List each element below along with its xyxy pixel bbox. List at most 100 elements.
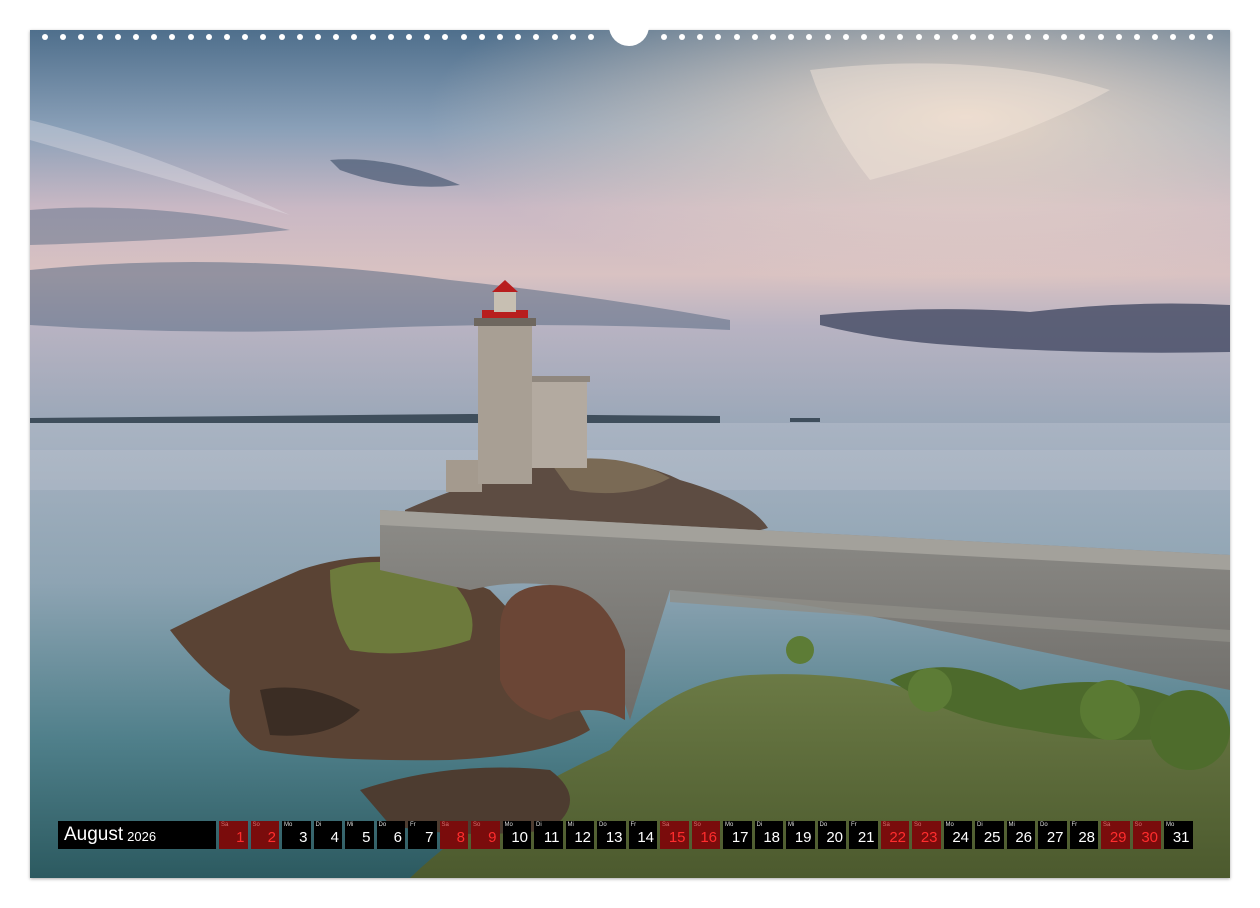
day-cell: Mo 24 — [943, 821, 972, 849]
binding-hole — [788, 34, 795, 40]
binding-hole — [224, 34, 230, 40]
binding-hole — [806, 34, 813, 40]
weekday-abbr: Di — [315, 822, 322, 828]
binding-hole — [497, 34, 503, 40]
day-cell: Do 6 — [376, 821, 405, 849]
weekday-abbr: So — [693, 822, 701, 828]
day-cell: Sa 8 — [439, 821, 468, 849]
day-number: 3 — [299, 829, 308, 846]
binding-hole — [114, 34, 121, 40]
weekday-abbr: So — [1134, 822, 1142, 828]
binding-hole — [1115, 34, 1122, 40]
day-cell: Fr 21 — [849, 821, 878, 849]
day-number: 31 — [1172, 829, 1190, 846]
day-cell: Di 4 — [313, 821, 342, 849]
binding-hole — [861, 34, 867, 40]
day-cell: Fr 28 — [1069, 821, 1098, 849]
weekday-abbr: Do — [378, 822, 387, 828]
day-cell: Sa 22 — [880, 821, 909, 849]
day-cell: So 9 — [471, 821, 500, 849]
day-number: 28 — [1078, 829, 1095, 846]
binding-hole — [1061, 34, 1068, 40]
binding-hole — [478, 34, 485, 40]
weekday-abbr: So — [914, 822, 922, 828]
day-cell: Mo 17 — [723, 821, 752, 849]
weekday-abbr: Mo — [284, 822, 293, 828]
day-number: 7 — [425, 829, 434, 846]
binding-hole — [879, 34, 886, 40]
day-cell: So 30 — [1132, 821, 1161, 849]
day-number: 21 — [857, 829, 875, 846]
weekday-abbr: Fr — [410, 822, 416, 828]
binding-hole — [60, 34, 67, 40]
day-number: 14 — [637, 829, 654, 846]
binding-hole — [187, 34, 194, 40]
binding-hole — [824, 34, 831, 40]
weekday-abbr: Mo — [1166, 822, 1175, 828]
day-number: 22 — [889, 829, 906, 846]
binding-hole — [1024, 34, 1031, 40]
weekday-abbr: Fr — [1071, 822, 1078, 828]
day-number: 30 — [1141, 829, 1158, 846]
day-number: 2 — [267, 829, 276, 846]
binding-hole — [1206, 34, 1213, 40]
binding-hole — [424, 34, 431, 40]
binding-hole — [933, 34, 940, 40]
binding-hole — [296, 34, 303, 40]
binding-hole — [260, 34, 267, 40]
day-number: 17 — [731, 829, 749, 846]
day-number: 9 — [488, 829, 497, 846]
day-cell: Mi 19 — [786, 821, 815, 849]
weekday-abbr: Mi — [567, 822, 574, 828]
weekday-abbr: Do — [1040, 822, 1048, 828]
binding-hole — [533, 34, 540, 40]
binding-hole — [333, 34, 340, 40]
day-number: 15 — [668, 829, 686, 846]
day-number: 16 — [700, 829, 717, 846]
binding-hole — [1188, 34, 1195, 40]
month-label: August 2026 — [58, 821, 216, 849]
binding-hole — [369, 34, 376, 40]
weekday-abbr: So — [252, 822, 260, 828]
day-cell: Mi 12 — [565, 821, 594, 849]
day-cell: Mo 10 — [502, 821, 531, 849]
day-cell: Di 11 — [534, 821, 563, 849]
weekday-abbr: Fr — [630, 822, 637, 828]
day-number: 10 — [511, 829, 528, 846]
weekday-abbr: Mi — [788, 822, 795, 828]
binding-hole — [842, 34, 849, 40]
month-calendar-strip: August 2026 Sa 1 So 2 Mo 3 Di 4 Mi 5 Do 6 Fr 7 Sa 8 So 9 M… — [58, 821, 1193, 849]
weekday-abbr: Mi — [1008, 822, 1015, 828]
binding-hole — [551, 34, 558, 40]
binding-hole — [278, 34, 285, 40]
day-number: 19 — [794, 829, 812, 846]
binding-hole — [569, 34, 576, 40]
day-cell: Sa 1 — [219, 821, 248, 849]
binding-hole — [715, 34, 722, 40]
lighthouse-photo — [30, 30, 1230, 878]
weekday-abbr: Di — [756, 822, 763, 828]
binding-hole — [1006, 34, 1013, 40]
day-number: 25 — [983, 829, 1001, 846]
day-cell: Mo 3 — [282, 821, 311, 849]
day-cell: Mi 5 — [345, 821, 374, 849]
binding-hole — [1097, 34, 1104, 40]
binding-hole — [169, 34, 176, 40]
day-cell: Sa 15 — [660, 821, 689, 849]
weekday-abbr: Sa — [662, 822, 670, 828]
binding-hole — [315, 34, 321, 40]
day-cell: Do 27 — [1038, 821, 1067, 849]
binding-hole — [1079, 34, 1086, 40]
day-number: 24 — [952, 829, 969, 846]
day-cell: Fr 7 — [408, 821, 437, 849]
weekday-abbr: Sa — [882, 822, 890, 828]
binding-hole — [96, 34, 103, 40]
weekday-abbr: Di — [977, 822, 983, 828]
weekday-abbr: Sa — [221, 822, 229, 828]
day-cell: So 23 — [912, 821, 941, 849]
weekday-abbr: Do — [599, 822, 607, 828]
binding-hole — [952, 34, 958, 40]
binding-hole — [679, 34, 685, 40]
binding-hole — [1043, 34, 1049, 40]
day-cell: Do 13 — [597, 821, 626, 849]
